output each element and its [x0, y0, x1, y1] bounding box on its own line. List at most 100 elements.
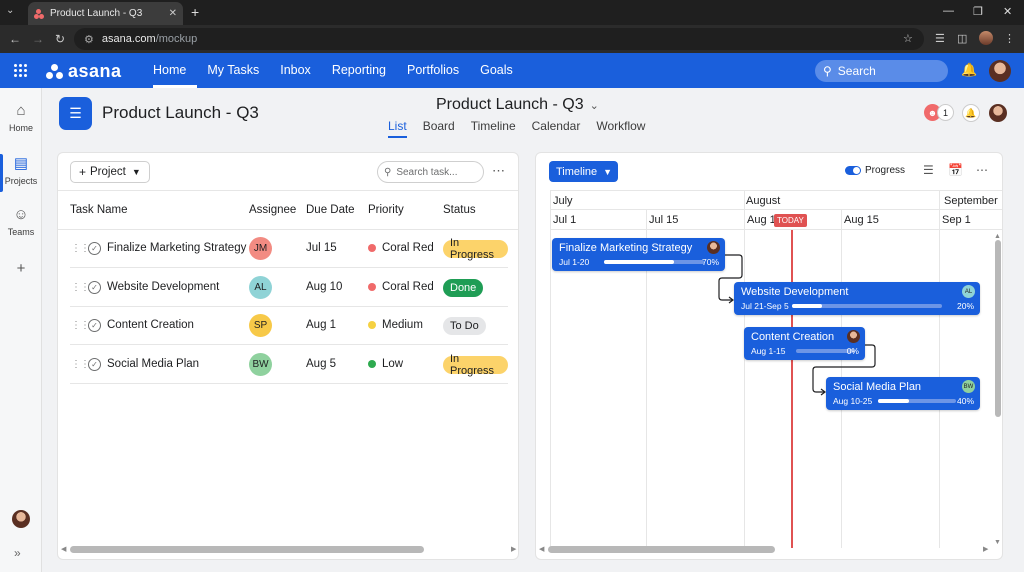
- task-name[interactable]: Social Media Plan: [107, 358, 199, 370]
- progress-toggle[interactable]: [845, 166, 861, 175]
- scroll-up-icon[interactable]: ▲: [994, 233, 1001, 240]
- due-date[interactable]: Aug 1: [306, 319, 336, 331]
- status-badge[interactable]: Done: [443, 278, 484, 297]
- rail-item-projects[interactable]: ▤ Projects: [0, 154, 42, 192]
- close-window-icon[interactable]: ✕: [1003, 5, 1012, 18]
- col-task-name[interactable]: Task Name: [70, 204, 128, 216]
- address-bar[interactable]: ⚙ asana.com/mockup: [74, 28, 924, 50]
- close-tab-icon[interactable]: ✕: [169, 8, 177, 19]
- notifications-bell-icon[interactable]: 🔔: [961, 62, 977, 78]
- scroll-left-icon[interactable]: ◀: [539, 545, 544, 553]
- scroll-left-icon[interactable]: ◀: [61, 545, 66, 553]
- task-name[interactable]: Content Creation: [107, 319, 194, 331]
- col-due-date[interactable]: Due Date: [306, 204, 355, 216]
- complete-check-icon[interactable]: ✓: [88, 280, 101, 294]
- reload-icon[interactable]: ↻: [55, 32, 65, 46]
- user-avatar[interactable]: [989, 60, 1011, 82]
- nav-my-tasks[interactable]: My Tasks: [197, 53, 270, 88]
- status-badge[interactable]: In Progress: [443, 353, 508, 377]
- timeline-task-bar[interactable]: Website Development AL Jul 21-Sep 5 20%: [734, 282, 980, 315]
- task-name[interactable]: Website Development: [107, 281, 219, 293]
- due-date[interactable]: Jul 15: [306, 242, 337, 254]
- project-center-title[interactable]: Product Launch - Q3 ⌄: [436, 96, 599, 114]
- project-bell-icon[interactable]: 🔔: [962, 104, 980, 122]
- timeline-view-button[interactable]: Timeline ▼: [549, 161, 618, 182]
- more-options-icon[interactable]: ⋯: [492, 163, 505, 179]
- complete-check-icon[interactable]: ✓: [88, 242, 101, 255]
- col-status[interactable]: Status: [443, 204, 476, 216]
- global-search[interactable]: ⚲ Search: [815, 60, 948, 82]
- nav-home[interactable]: Home: [153, 53, 197, 88]
- rail-user-avatar[interactable]: [12, 510, 30, 528]
- project-members[interactable]: ☻ 1: [924, 104, 954, 121]
- list-view-icon[interactable]: ☰: [923, 163, 934, 177]
- complete-check-icon[interactable]: ✓: [88, 357, 101, 371]
- table-row[interactable]: ⋮⋮ ✓ Social Media Plan BW Aug 5 Low In Progres…: [70, 346, 508, 384]
- horizontal-scrollbar[interactable]: [548, 546, 775, 553]
- rail-item-home[interactable]: ⌂ Home: [0, 102, 42, 133]
- vertical-scrollbar[interactable]: [995, 240, 1001, 417]
- nav-goals[interactable]: Goals: [470, 53, 524, 88]
- timeline-task-bar[interactable]: Content Creation Aug 1-15 0%: [744, 327, 865, 360]
- nav-reporting[interactable]: Reporting: [321, 53, 396, 88]
- profile-avatar[interactable]: [979, 31, 993, 48]
- horizontal-scrollbar[interactable]: [70, 546, 424, 553]
- add-project-button[interactable]: + Project ▼: [70, 161, 150, 183]
- assignee-avatar[interactable]: AL: [249, 275, 272, 299]
- drag-handle-icon[interactable]: ⋮⋮: [71, 320, 90, 331]
- assignee-avatar[interactable]: BW: [249, 352, 272, 376]
- assignee-avatar[interactable]: SP: [249, 314, 272, 337]
- timeline-task-bar[interactable]: Finalize Marketing Strategy Jul 1-20 70%: [552, 238, 725, 271]
- more-options-icon[interactable]: ⋯: [976, 163, 988, 177]
- status-badge[interactable]: In Progress: [443, 237, 508, 261]
- task-search-input[interactable]: ⚲ Search task...: [377, 161, 484, 183]
- table-row[interactable]: ⋮⋮ ✓ Finalize Marketing Strategy JM Jul 15 Co…: [70, 230, 508, 268]
- priority-tag[interactable]: Coral Red: [368, 242, 434, 254]
- scroll-down-icon[interactable]: ▼: [994, 539, 1001, 546]
- minimize-icon[interactable]: —: [943, 5, 954, 17]
- app-grid-icon[interactable]: [14, 64, 27, 77]
- drag-handle-icon[interactable]: ⋮⋮: [71, 359, 90, 370]
- tab-list-icon[interactable]: ☰: [935, 32, 945, 45]
- browser-menu-icon[interactable]: ⋮: [1004, 32, 1015, 45]
- assignee-avatar[interactable]: JM: [249, 237, 272, 260]
- project-owner-avatar[interactable]: [989, 104, 1007, 122]
- priority-tag[interactable]: Medium: [368, 319, 423, 331]
- priority-tag[interactable]: Coral Red: [368, 281, 434, 293]
- table-row[interactable]: ⋮⋮ ✓ Website Development AL Aug 10 Coral Red D…: [70, 269, 508, 307]
- nav-portfolios[interactable]: Portfolios: [397, 53, 470, 88]
- complete-check-icon[interactable]: ✓: [88, 319, 101, 332]
- browser-tab[interactable]: Product Launch - Q3 ✕: [28, 2, 183, 25]
- restore-icon[interactable]: ❐: [973, 5, 983, 18]
- nav-inbox[interactable]: Inbox: [270, 53, 322, 88]
- new-tab-icon[interactable]: +: [191, 4, 199, 20]
- drag-handle-icon[interactable]: ⋮⋮: [71, 282, 90, 293]
- tab-search-icon[interactable]: ⌄: [6, 5, 14, 16]
- col-assignee[interactable]: Assignee: [249, 204, 296, 216]
- bookmark-star-icon[interactable]: ☆: [903, 32, 913, 45]
- due-date[interactable]: Aug 5: [306, 358, 336, 370]
- tab-list[interactable]: List: [388, 119, 407, 138]
- forward-icon[interactable]: →: [32, 32, 44, 46]
- site-info-icon[interactable]: ⚙: [84, 33, 94, 46]
- priority-tag[interactable]: Low: [368, 358, 403, 370]
- drag-handle-icon[interactable]: ⋮⋮: [71, 243, 90, 254]
- scroll-right-icon[interactable]: ▶: [983, 545, 988, 553]
- expand-sidebar-icon[interactable]: »: [14, 546, 21, 560]
- tab-calendar[interactable]: Calendar: [532, 119, 581, 136]
- table-row[interactable]: ⋮⋮ ✓ Content Creation SP Aug 1 Medium To Do: [70, 307, 508, 345]
- calendar-icon[interactable]: 📅: [948, 163, 963, 177]
- back-icon[interactable]: ←: [9, 32, 21, 46]
- due-date[interactable]: Aug 10: [306, 281, 342, 293]
- scroll-right-icon[interactable]: ▶: [511, 545, 516, 553]
- asana-logo[interactable]: asana: [46, 61, 122, 82]
- tab-timeline[interactable]: Timeline: [471, 119, 516, 136]
- rail-add-button[interactable]: +: [0, 260, 42, 281]
- status-badge[interactable]: To Do: [443, 317, 486, 335]
- tab-workflow[interactable]: Workflow: [596, 119, 645, 136]
- rail-item-teams[interactable]: ☺ Teams: [0, 206, 42, 237]
- task-name[interactable]: Finalize Marketing Strategy: [107, 242, 246, 254]
- col-priority[interactable]: Priority: [368, 204, 404, 216]
- tab-board[interactable]: Board: [423, 119, 455, 136]
- side-panel-icon[interactable]: ◫: [957, 32, 967, 45]
